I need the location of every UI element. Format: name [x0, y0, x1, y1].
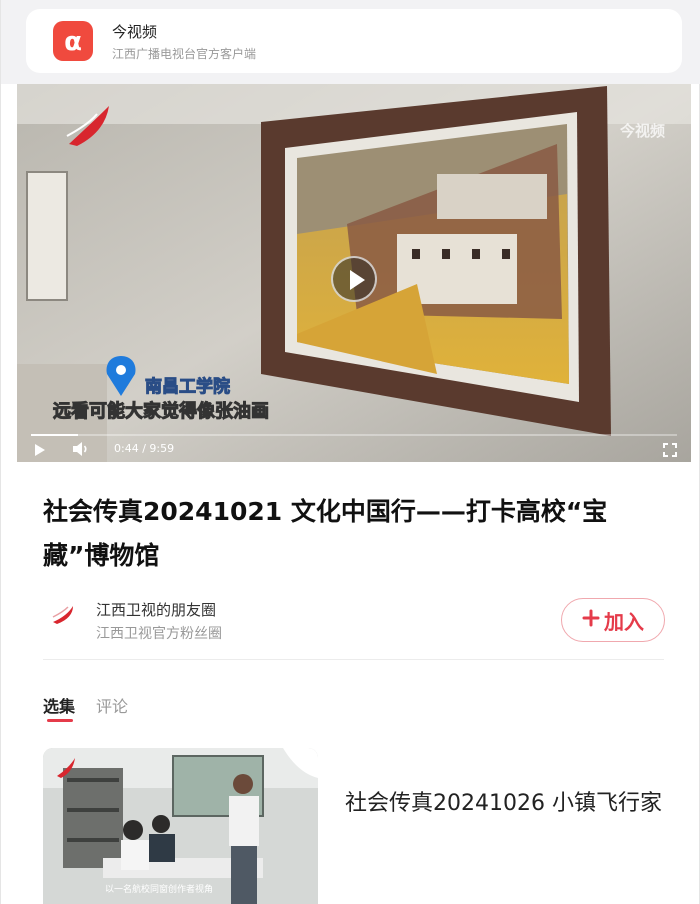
tab-episodes[interactable]: 选集: [43, 693, 75, 717]
page: α 今视频 江西广播电视台官方客户端 今视频 南昌工学院 远看可能大家觉得像张油…: [0, 0, 700, 904]
video-controls: 0:44 / 9:59: [17, 426, 691, 462]
video-title: 社会传真20241021 文化中国行——打卡高校“宝藏”博物馆: [43, 497, 608, 570]
progress-bar[interactable]: [31, 434, 677, 436]
location-tag: 南昌工学院: [145, 377, 231, 398]
video-watermark: 今视频: [619, 122, 665, 140]
tab-comments[interactable]: 评论: [96, 693, 128, 717]
channel-avatar[interactable]: [45, 598, 81, 634]
episode-thumbnail[interactable]: 以一名航校同窗创作者视角: [43, 748, 318, 904]
episode-caption: 以一名航校同窗创作者视角: [105, 885, 214, 895]
plus-icon: [582, 608, 600, 632]
episode-image: [43, 748, 318, 904]
video-time: 0:44 / 9:59: [114, 442, 175, 455]
svg-text:α: α: [64, 27, 82, 57]
channel-description: 江西卫视官方粉丝圈: [96, 626, 222, 642]
join-label: 加入: [604, 609, 644, 634]
play-toggle-icon[interactable]: [35, 444, 45, 456]
video-player[interactable]: 今视频 南昌工学院 远看可能大家觉得像张油画 0:44 / 9:59: [17, 84, 691, 462]
video-subtitle: 远看可能大家觉得像张油画: [53, 401, 270, 423]
episode-title[interactable]: 社会传真20241026 小镇飞行家: [345, 783, 675, 825]
tab-active-indicator: [47, 719, 73, 722]
channel-name[interactable]: 江西卫视的朋友圈: [96, 599, 216, 620]
join-button[interactable]: 加入: [561, 598, 665, 642]
app-logo-icon: α: [53, 21, 93, 61]
divider: [43, 659, 664, 660]
fullscreen-icon[interactable]: [663, 442, 677, 461]
progress-fill: [31, 434, 79, 436]
app-banner: α 今视频 江西广播电视台官方客户端: [1, 0, 700, 84]
volume-icon[interactable]: [72, 441, 90, 461]
app-card[interactable]: α 今视频 江西广播电视台官方客户端: [26, 9, 682, 73]
play-icon[interactable]: [331, 256, 377, 302]
app-description: 江西广播电视台官方客户端: [112, 47, 257, 61]
app-name: 今视频: [112, 23, 158, 41]
